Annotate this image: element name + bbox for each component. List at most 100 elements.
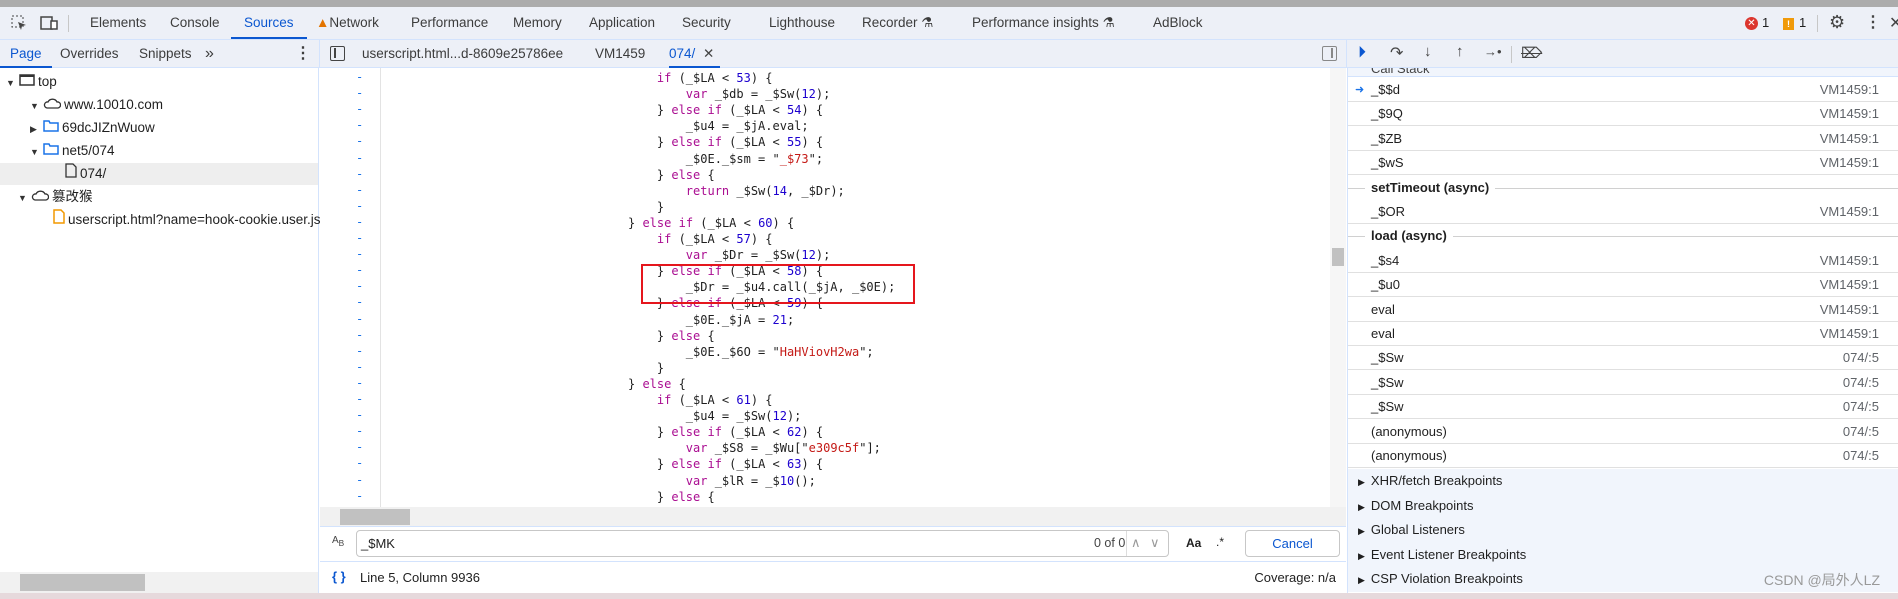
line-marker[interactable]: -	[356, 360, 363, 374]
code-line[interactable]: return _$Sw(14, _$Dr);	[628, 183, 845, 199]
line-marker[interactable]: -	[356, 328, 363, 342]
code-line[interactable]: _$0E._$sm = "_$73";	[628, 151, 823, 167]
close-icon[interactable]: ✕	[1889, 13, 1898, 33]
code-line[interactable]: }	[628, 360, 664, 376]
line-marker[interactable]: -	[356, 247, 363, 261]
frame-location[interactable]: VM1459:1	[1820, 151, 1879, 175]
tree-item[interactable]: ▼ 篡改猴	[0, 186, 318, 208]
code-line[interactable]: _$0E._$jA = 21;	[628, 312, 794, 328]
code-line[interactable]: if (_$LA < 53) {	[628, 70, 773, 86]
deactivate-breakpoints-icon[interactable]: ⌦	[1521, 44, 1542, 62]
line-marker[interactable]: -	[356, 199, 363, 213]
step-into-icon[interactable]: ↓	[1424, 43, 1432, 60]
expand-arrow-icon[interactable]: ▼	[30, 141, 40, 163]
call-stack-section-header[interactable]: Call Stack	[1348, 68, 1898, 77]
regex-button[interactable]: .*	[1216, 535, 1224, 549]
navigator-horizontal-scrollbar[interactable]	[0, 572, 318, 593]
call-frame[interactable]: _$Sw 074/:5	[1348, 346, 1898, 371]
expand-arrow-icon[interactable]: ▼	[30, 95, 40, 117]
frame-location[interactable]: VM1459:1	[1820, 298, 1879, 322]
code-line[interactable]: } else {	[628, 489, 715, 505]
tab-page[interactable]: Page	[0, 40, 52, 68]
tab-console[interactable]: Console	[170, 7, 220, 39]
editor-tab-vm1459[interactable]: VM1459	[595, 40, 645, 68]
match-case-button[interactable]: Aa	[1186, 536, 1201, 550]
call-frame[interactable]: (anonymous) 074/:5	[1348, 444, 1898, 468]
tab-sources[interactable]: Sources	[231, 7, 307, 39]
code-line[interactable]: } else if (_$LA < 54) {	[628, 102, 823, 118]
settings-gear-icon[interactable]: ⚙	[1829, 12, 1845, 33]
line-marker[interactable]: -	[356, 489, 363, 503]
frame-location[interactable]: VM1459:1	[1820, 200, 1879, 224]
line-marker[interactable]: -	[356, 102, 363, 116]
call-frame[interactable]: ➜ _$$d VM1459:1	[1348, 78, 1898, 102]
step-out-icon[interactable]: ↑	[1456, 43, 1464, 60]
previous-match-icon[interactable]: ∧	[1131, 535, 1141, 551]
editor-tab-userscript[interactable]: userscript.html...d-8609e25786ee	[362, 40, 563, 68]
breakpoint-section[interactable]: ▶ Event Listener Breakpoints	[1348, 542, 1898, 568]
code-line[interactable]: var _$Dr = _$Sw(12);	[628, 247, 831, 263]
line-marker[interactable]: -	[356, 424, 363, 438]
code-line[interactable]: _$u4 = _$Sw(12);	[628, 408, 802, 424]
inspect-element-icon[interactable]	[11, 15, 27, 31]
warning-count[interactable]: 1	[1799, 15, 1806, 30]
line-marker[interactable]: -	[356, 118, 363, 132]
line-marker[interactable]: -	[356, 231, 363, 245]
tab-snippets[interactable]: Snippets	[139, 40, 192, 68]
line-marker[interactable]: -	[356, 279, 363, 293]
line-marker[interactable]: -	[356, 183, 363, 197]
frame-location[interactable]: 074/:5	[1843, 371, 1879, 395]
code-line[interactable]: var _$lR = _$10();	[628, 473, 816, 489]
tab-lighthouse[interactable]: Lighthouse	[769, 7, 835, 39]
code-line[interactable]: }	[628, 199, 664, 215]
frame-location[interactable]: 074/:5	[1843, 444, 1879, 468]
expand-arrow-icon[interactable]: ▶	[1358, 477, 1365, 487]
expand-arrow-icon[interactable]: ▶	[30, 118, 40, 140]
code-line[interactable]: _$u4 = _$jA.eval;	[628, 118, 809, 134]
frame-location[interactable]: 074/:5	[1843, 346, 1879, 370]
call-frame[interactable]: _$wS VM1459:1	[1348, 151, 1898, 176]
tree-item[interactable]: ▼ net5/074	[0, 140, 318, 162]
line-marker[interactable]: -	[356, 295, 363, 309]
line-marker[interactable]: -	[356, 167, 363, 181]
tab-security[interactable]: Security	[682, 7, 731, 39]
frame-location[interactable]: VM1459:1	[1820, 102, 1879, 126]
search-input[interactable]: _$MK 0 of 0 ∧ ∨	[356, 530, 1169, 557]
editor-vertical-scrollbar[interactable]	[1330, 68, 1346, 507]
call-frame[interactable]: _$OR VM1459:1	[1348, 200, 1898, 224]
scrollbar-thumb[interactable]	[20, 574, 145, 591]
line-marker[interactable]: -	[356, 344, 363, 358]
line-marker[interactable]: -	[356, 408, 363, 422]
navigator-menu-icon[interactable]: ⋮	[295, 40, 311, 68]
call-frame[interactable]: _$u0 VM1459:1	[1348, 273, 1898, 298]
cancel-button[interactable]: Cancel	[1245, 530, 1340, 557]
tab-adblock[interactable]: AdBlock	[1153, 7, 1203, 39]
code-line[interactable]: } else {	[628, 376, 686, 392]
tab-memory[interactable]: Memory	[513, 7, 562, 39]
expand-arrow-icon[interactable]: ▶	[1358, 526, 1365, 536]
step-icon[interactable]: →•	[1484, 44, 1502, 59]
frame-location[interactable]: 074/:5	[1843, 395, 1879, 419]
code-line[interactable]: } else {	[628, 328, 715, 344]
expand-arrow-icon[interactable]: ▶	[1358, 551, 1365, 561]
tab-performance-insights[interactable]: Performance insights ⚗	[972, 7, 1115, 39]
line-marker[interactable]: -	[356, 151, 363, 165]
warning-icon[interactable]: !	[1783, 18, 1794, 30]
tree-item[interactable]: userscript.html?name=hook-cookie.user.js	[0, 209, 321, 231]
close-tab-icon[interactable]: ✕	[703, 46, 714, 61]
toggle-navigator-icon[interactable]	[330, 46, 345, 61]
frame-location[interactable]: 074/:5	[1843, 420, 1879, 444]
call-frame[interactable]: eval VM1459:1	[1348, 322, 1898, 346]
code-line[interactable]: } else if (_$LA < 62) {	[628, 424, 823, 440]
resume-icon[interactable]: ⏵	[1358, 44, 1366, 62]
editor-tab-074[interactable]: 074/ ✕	[669, 40, 721, 68]
line-gutter[interactable]: - - - - - - - - - - - - - - - - - - - - - - - - - - -	[320, 68, 381, 507]
call-frame[interactable]: _$s4 VM1459:1	[1348, 249, 1898, 273]
code-line[interactable]: if (_$LA < 61) {	[628, 392, 773, 408]
frame-location[interactable]: VM1459:1	[1820, 127, 1879, 151]
code-line[interactable]: var _$S8 = _$Wu["e309c5f"];	[628, 440, 881, 456]
expand-arrow-icon[interactable]: ▼	[6, 72, 16, 94]
breakpoint-section[interactable]: ▶ XHR/fetch Breakpoints	[1348, 469, 1898, 494]
tree-item[interactable]: ▼ www.10010.com	[0, 94, 318, 116]
call-frame[interactable]: _$Sw 074/:5	[1348, 371, 1898, 395]
